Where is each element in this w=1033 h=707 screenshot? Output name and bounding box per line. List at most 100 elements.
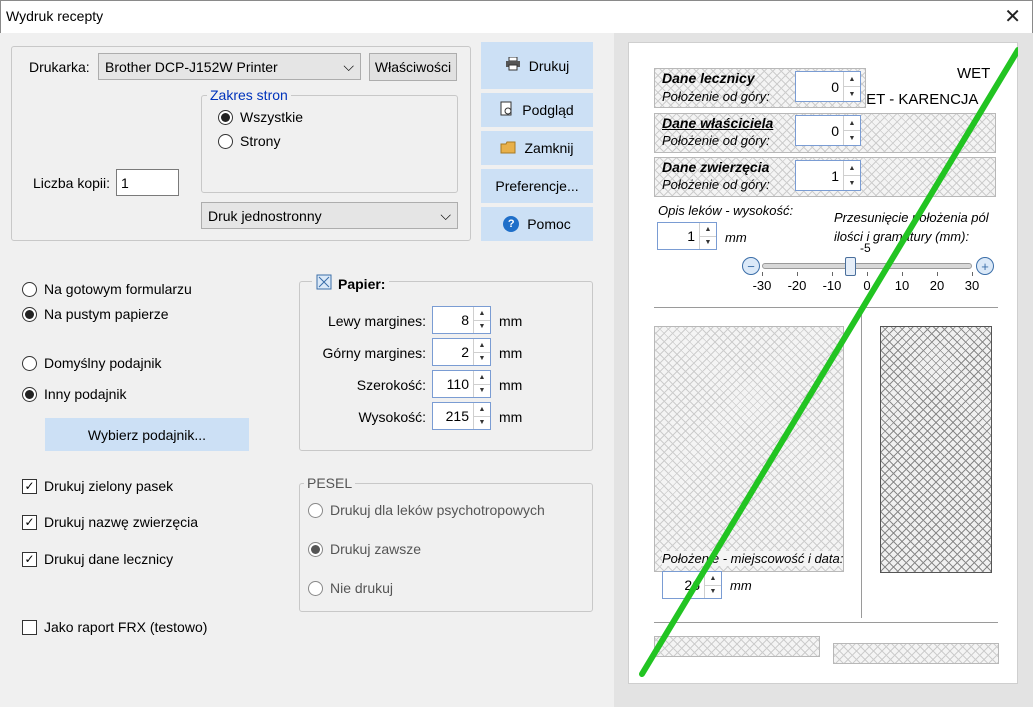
choose-tray-button[interactable]: Wybierz podajnik...: [45, 418, 249, 451]
width-label: Szerokość:: [356, 377, 426, 393]
arrow-up-icon[interactable]: ▲: [474, 339, 490, 353]
vet-data-checkbox[interactable]: ✓ Drukuj dane lecznicy: [22, 551, 173, 567]
range-all-label: Wszystkie: [240, 109, 303, 125]
height-value: 215: [445, 408, 469, 424]
pesel-never-radio: Nie drukuj: [308, 580, 393, 596]
copies-label: Liczba kopii:: [33, 175, 111, 191]
checkmark-icon: ✓: [22, 478, 37, 494]
preferences-button[interactable]: Preferencje...: [481, 169, 593, 203]
paper-icon: [316, 274, 332, 293]
frx-report-label: Jako raport FRX (testowo): [44, 619, 208, 635]
pesel-always-radio: Drukuj zawsze: [308, 541, 421, 557]
width-value: 110: [446, 376, 469, 392]
help-button[interactable]: ? Pomoc: [481, 207, 593, 241]
copies-input[interactable]: 1: [116, 169, 179, 196]
ready-form-radio[interactable]: Na gotowym formularzu: [22, 281, 192, 297]
height-stepper[interactable]: 215 ▲ ▼: [432, 402, 491, 430]
range-pages-label: Strony: [240, 133, 281, 149]
default-tray-radio[interactable]: Domyślny podajnik: [22, 355, 162, 371]
arrow-up-icon[interactable]: ▲: [474, 307, 490, 321]
checkmark-icon: ✓: [22, 551, 37, 567]
help-button-label: Pomoc: [527, 216, 571, 232]
checkbox-empty-icon: [22, 619, 37, 635]
pesel-title: PESEL: [304, 475, 356, 491]
arrow-down-icon[interactable]: ▼: [474, 321, 490, 334]
close-icon[interactable]: ✕: [1004, 4, 1021, 29]
blank-paper-radio[interactable]: Na pustym papierze: [22, 306, 169, 322]
title-bar: [0, 0, 1033, 33]
width-stepper[interactable]: 110 ▲ ▼: [432, 370, 491, 398]
vet-data-label: Drukuj dane lecznicy: [44, 551, 174, 567]
height-label: Wysokość:: [358, 409, 426, 425]
height-unit: mm: [499, 409, 523, 425]
printer-selected-value: Brother DCP-J152W Printer: [105, 58, 278, 75]
ready-form-label: Na gotowym formularzu: [44, 281, 192, 297]
print-button[interactable]: Drukuj: [481, 42, 593, 89]
left-margin-stepper[interactable]: 8 ▲ ▼: [432, 306, 491, 334]
blank-paper-label: Na pustym papierze: [44, 306, 169, 322]
window-title: Wydruk recepty: [6, 8, 104, 24]
left-margin-value: 8: [461, 312, 469, 328]
duplex-select[interactable]: Druk jednostronny ⌵: [201, 202, 458, 229]
range-all-radio[interactable]: Wszystkie: [218, 109, 303, 125]
properties-button[interactable]: Właściwości: [369, 53, 457, 81]
top-margin-stepper[interactable]: 2 ▲ ▼: [432, 338, 491, 366]
duplex-selected-value: Druk jednostronny: [208, 207, 322, 224]
chevron-down-icon: ⌵: [343, 58, 354, 74]
radio-checked-icon: [22, 306, 37, 322]
left-margin-unit: mm: [499, 313, 523, 329]
pesel-psychotropic-radio: Drukuj dla leków psychotropowych: [308, 502, 545, 518]
green-bar-label: Drukuj zielony pasek: [44, 478, 174, 494]
range-pages-radio[interactable]: Strony: [218, 133, 280, 149]
other-tray-radio[interactable]: Inny podajnik: [22, 386, 127, 402]
pesel-psychotropic-label: Drukuj dla leków psychotropowych: [330, 502, 545, 518]
chevron-down-icon: ⌵: [440, 207, 451, 223]
arrow-up-icon[interactable]: ▲: [474, 371, 490, 385]
left-margin-label: Lewy margines:: [327, 313, 426, 329]
checkmark-icon: ✓: [22, 514, 37, 530]
arrow-down-icon[interactable]: ▼: [474, 385, 490, 398]
pesel-always-label: Drukuj zawsze: [330, 541, 422, 557]
default-tray-label: Domyślny podajnik: [44, 355, 162, 371]
animal-name-checkbox[interactable]: ✓ Drukuj nazwę zwierzęcia: [22, 514, 198, 530]
arrow-up-icon[interactable]: ▲: [474, 403, 490, 417]
radio-checked-icon: [218, 109, 233, 125]
properties-button-label: Właściwości: [374, 59, 452, 75]
close-button[interactable]: Zamknij: [481, 131, 593, 165]
pesel-never-label: Nie drukuj: [330, 580, 394, 596]
top-margin-unit: mm: [499, 345, 523, 361]
top-margin-label: Górny margines:: [322, 345, 426, 361]
choose-tray-button-label: Wybierz podajnik...: [87, 426, 207, 443]
preview-button[interactable]: Podgląd: [481, 93, 593, 127]
radio-checked-icon: [308, 541, 323, 557]
green-diagonal-line: [639, 47, 1018, 677]
page-range-title: Zakres stron: [207, 87, 291, 103]
width-unit: mm: [499, 377, 523, 393]
radio-unchecked-icon: [308, 580, 323, 596]
paper-title: Papier:: [338, 275, 386, 292]
copies-value: 1: [121, 174, 129, 191]
printer-label: Drukarka:: [29, 59, 90, 75]
top-margin-value: 2: [461, 344, 469, 360]
paper-group-title: Papier:: [312, 274, 390, 293]
animal-name-label: Drukuj nazwę zwierzęcia: [44, 514, 199, 530]
preview-button-label: Podgląd: [522, 102, 574, 118]
radio-unchecked-icon: [22, 281, 37, 297]
other-tray-label: Inny podajnik: [44, 386, 127, 402]
frx-report-checkbox[interactable]: Jako raport FRX (testowo): [22, 619, 207, 635]
preferences-button-label: Preferencje...: [495, 178, 579, 194]
radio-unchecked-icon: [218, 133, 233, 149]
green-bar-checkbox[interactable]: ✓ Drukuj zielony pasek: [22, 478, 173, 494]
preview-icon: [500, 101, 514, 120]
printer-icon: [505, 56, 521, 74]
arrow-down-icon[interactable]: ▼: [474, 417, 490, 430]
radio-unchecked-icon: [308, 502, 323, 518]
arrow-down-icon[interactable]: ▼: [474, 353, 490, 366]
close-button-label: Zamknij: [524, 140, 574, 156]
printer-select[interactable]: Brother DCP-J152W Printer ⌵: [98, 53, 361, 80]
help-icon: ?: [503, 216, 520, 232]
radio-checked-icon: [22, 386, 37, 402]
close-folder-icon: [500, 140, 516, 157]
radio-unchecked-icon: [22, 355, 37, 371]
print-button-label: Drukuj: [528, 57, 570, 74]
